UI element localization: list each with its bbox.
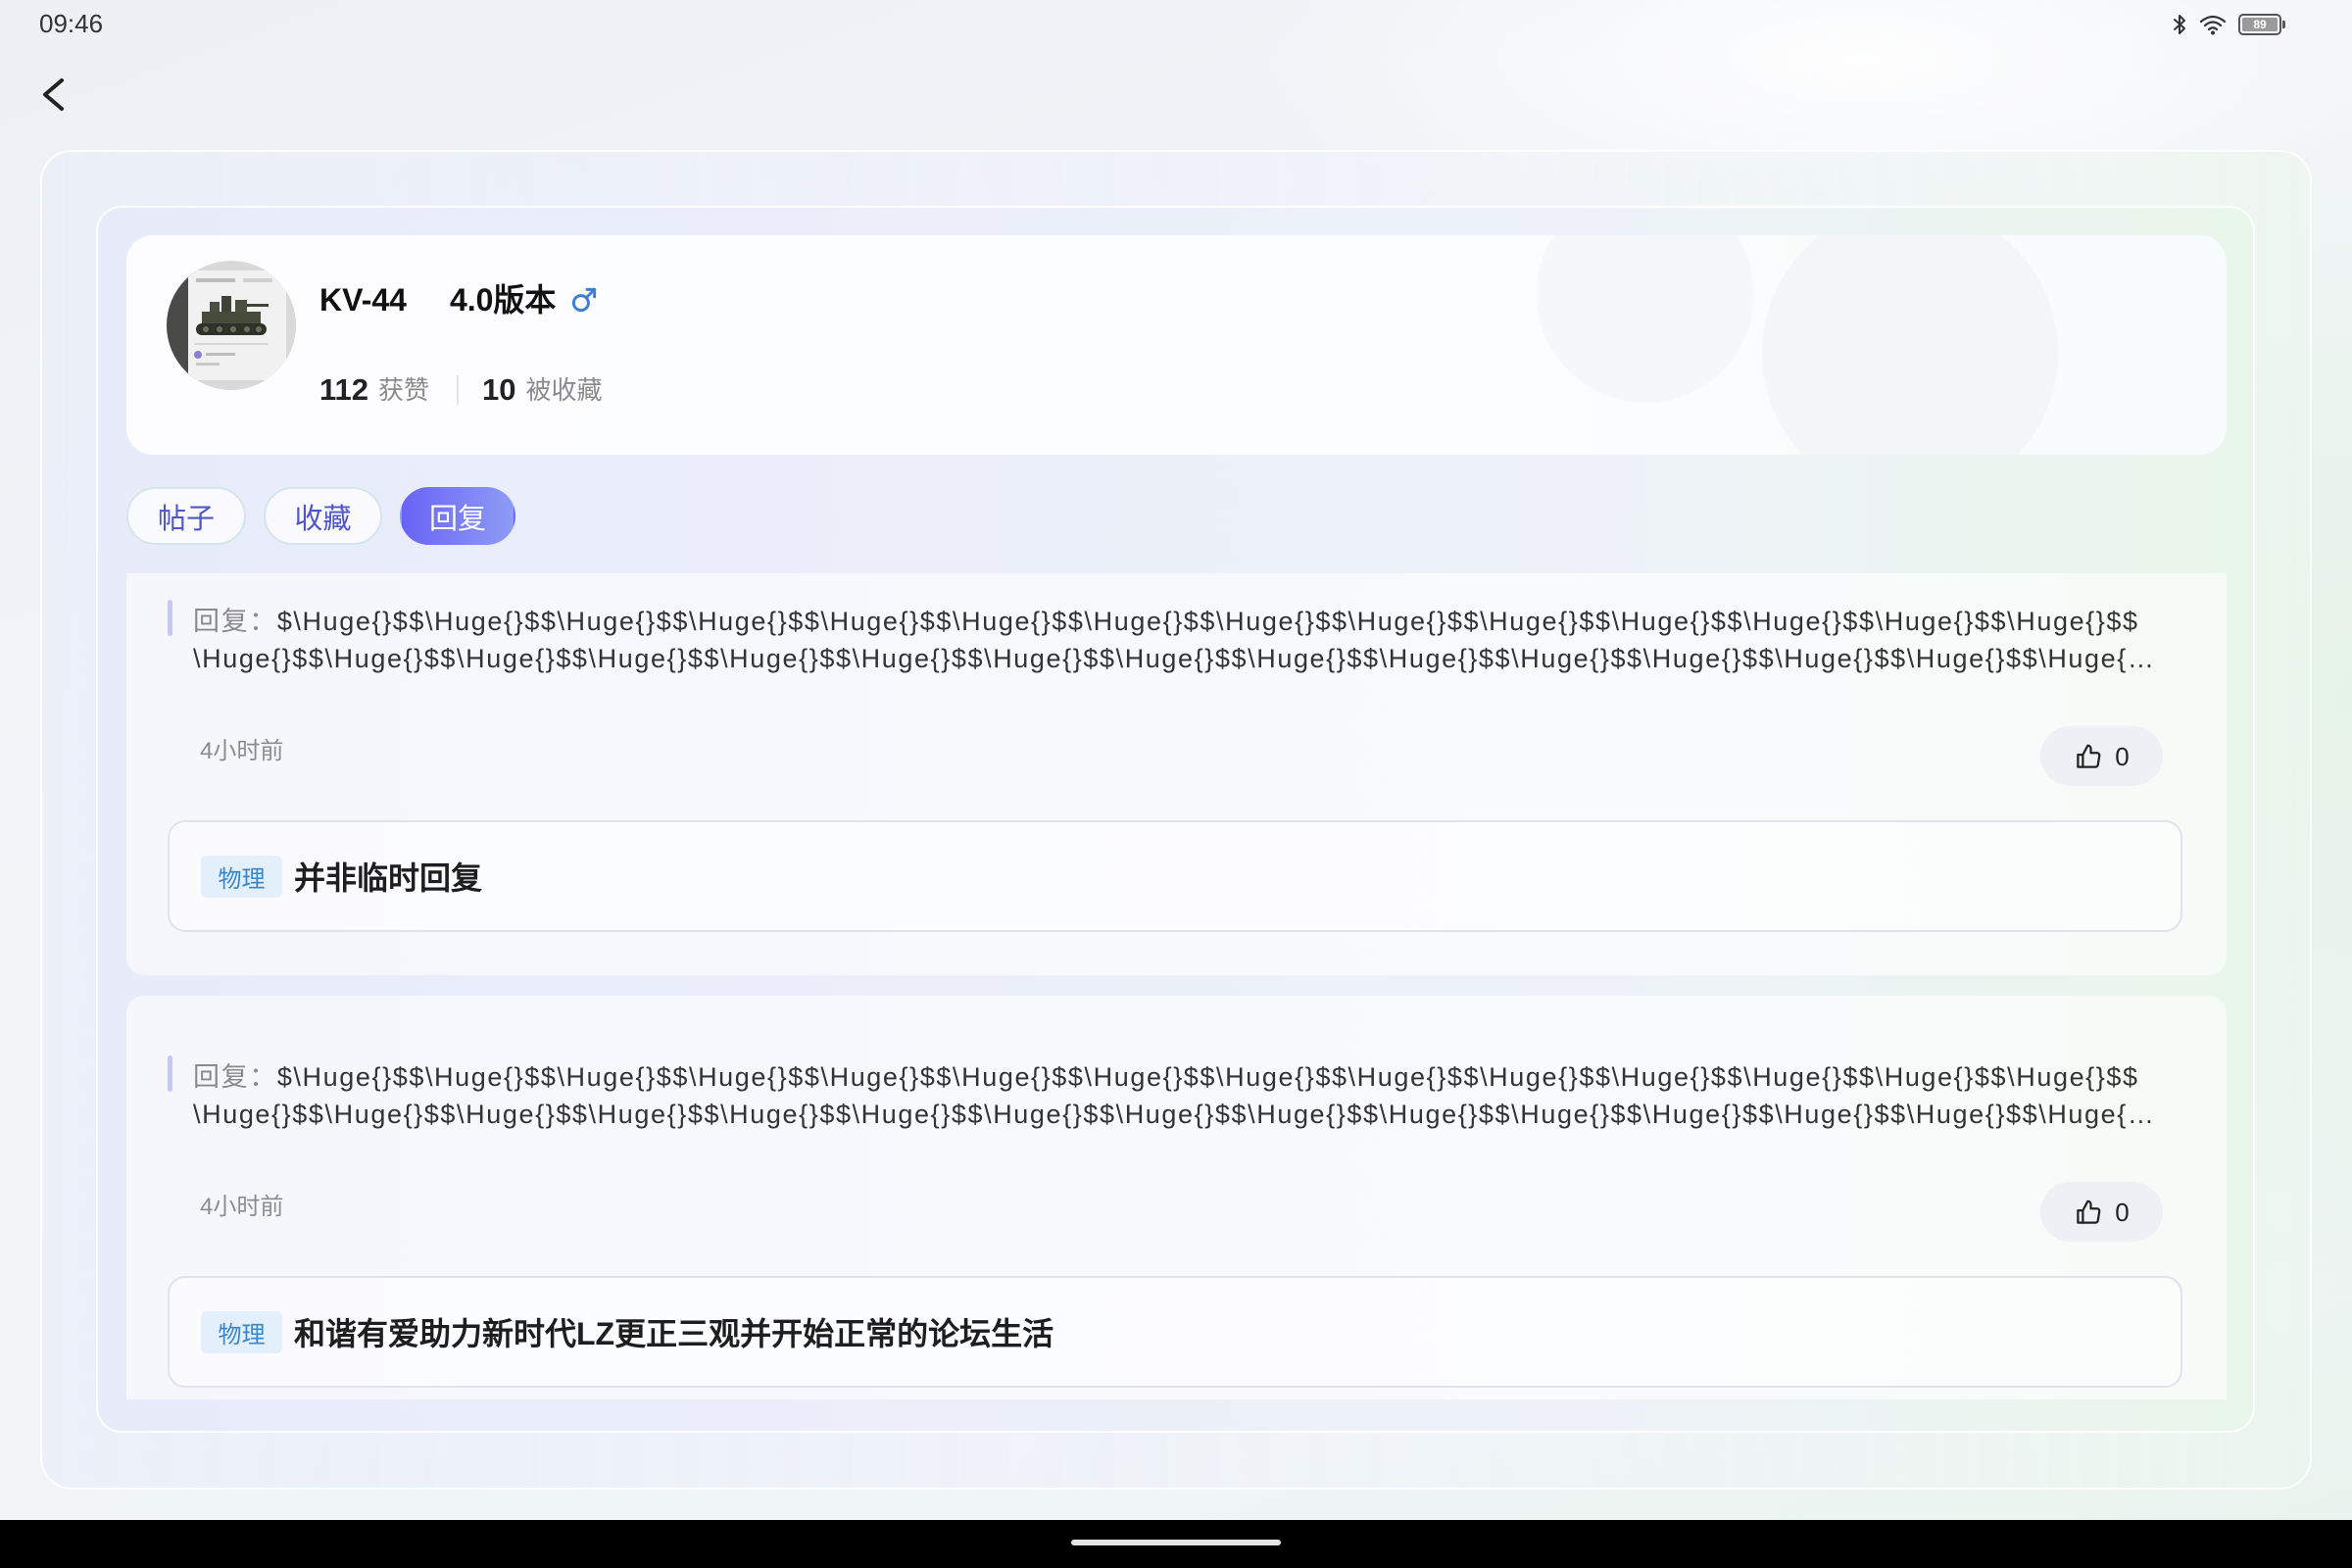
likes-count: 112: [319, 372, 369, 407]
thumbs-up-icon: [2077, 744, 2101, 768]
tab-bar: 帖子 收藏 回复: [126, 487, 515, 545]
wifi-icon: [2199, 15, 2227, 35]
content-panel: KV-44 4.0版本 112 获赞 10 被收藏 帖子 收藏 回复 回复：$\…: [40, 150, 2312, 1490]
post-title: 和谐有爱助力新时代LZ更正三观并开始正常的论坛生活: [294, 1316, 1054, 1351]
source-post-card[interactable]: 物理 并非临时回复: [168, 820, 2182, 932]
reply-content: $\Huge{}$$\Huge{}$$\Huge{}$$\Huge{}$$\Hu…: [276, 1062, 2139, 1092]
tab-replies[interactable]: 回复: [400, 487, 515, 545]
battery-icon: 89: [2238, 14, 2285, 35]
avatar: [167, 261, 296, 390]
tab-favorites[interactable]: 收藏: [264, 487, 382, 545]
quote-bar: [168, 1055, 172, 1092]
favorites-label: 被收藏: [525, 375, 603, 405]
reply-text-line: \Huge{}$$\Huge{}$$\Huge{}$$\Huge{}$$\Hug…: [193, 1100, 2156, 1129]
male-icon: [572, 287, 597, 313]
reply-card[interactable]: 回复：$\Huge{}$$\Huge{}$$\Huge{}$$\Huge{}$$…: [126, 996, 2227, 1399]
like-count: 0: [2115, 741, 2130, 771]
like-button[interactable]: 0: [2040, 1182, 2163, 1242]
post-title: 并非临时回复: [294, 860, 483, 896]
source-post-card[interactable]: 物理 和谐有爱助力新时代LZ更正三观并开始正常的论坛生活: [168, 1276, 2182, 1388]
reply-prefix: 回复：: [193, 607, 277, 636]
reply-list-content: 回复：$\Huge{}$$\Huge{}$$\Huge{}$$\Huge{}$$…: [126, 573, 2227, 1399]
reply-list[interactable]: 回复：$\Huge{}$$\Huge{}$$\Huge{}$$\Huge{}$$…: [126, 573, 2227, 1399]
username: KV-44: [319, 282, 407, 318]
stats-row: 112 获赞 10 被收藏: [319, 368, 603, 412]
like-button[interactable]: 0: [2040, 726, 2163, 786]
post-category-tag: 物理: [201, 855, 282, 898]
status-icons: 89: [2172, 11, 2285, 38]
reply-text-line: 回复：$\Huge{}$$\Huge{}$$\Huge{}$$\Huge{}$$…: [193, 1058, 2197, 1096]
name-row: KV-44 4.0版本: [319, 278, 599, 321]
system-nav-bar: [0, 1520, 2352, 1568]
tab-posts[interactable]: 帖子: [126, 487, 246, 545]
user-version: 4.0版本: [449, 282, 557, 318]
favorites-count: 10: [482, 372, 516, 407]
profile-card: KV-44 4.0版本 112 获赞 10 被收藏: [126, 235, 2227, 455]
battery-percentage: 89: [2253, 18, 2267, 31]
quote-bar: [168, 600, 172, 636]
reply-card[interactable]: 回复：$\Huge{}$$\Huge{}$$\Huge{}$$\Huge{}$$…: [126, 573, 2227, 975]
reply-text: 回复：$\Huge{}$$\Huge{}$$\Huge{}$$\Huge{}$$…: [193, 1058, 2197, 1133]
reply-text-line: 回复：$\Huge{}$$\Huge{}$$\Huge{}$$\Huge{}$$…: [193, 603, 2197, 640]
like-count: 0: [2115, 1197, 2130, 1227]
chevron-left-icon: [43, 78, 64, 111]
screen: 09:46 89 KV-44 4.0版本 112 获赞 10 被收藏 帖子 收藏…: [0, 0, 2352, 1568]
reply-text: 回复：$\Huge{}$$\Huge{}$$\Huge{}$$\Huge{}$$…: [193, 603, 2197, 677]
stats-divider: [457, 375, 460, 405]
reply-content: $\Huge{}$$\Huge{}$$\Huge{}$$\Huge{}$$\Hu…: [276, 607, 2139, 636]
back-button[interactable]: [29, 71, 76, 118]
status-time: 09:46: [39, 9, 104, 38]
reply-time: 4小时前: [200, 738, 284, 764]
home-indicator[interactable]: [1071, 1540, 1281, 1545]
bluetooth-icon: [2174, 15, 2185, 34]
avatar-image: [167, 261, 296, 390]
thumbs-up-icon: [2077, 1200, 2101, 1224]
post-category-tag: 物理: [201, 1310, 282, 1353]
profile-panel: KV-44 4.0版本 112 获赞 10 被收藏 帖子 收藏 回复 回复：$\…: [96, 206, 2255, 1433]
reply-text-line: \Huge{}$$\Huge{}$$\Huge{}$$\Huge{}$$\Hug…: [193, 644, 2156, 673]
battery-level: 89: [2242, 18, 2278, 31]
likes-label: 获赞: [378, 375, 430, 405]
reply-time: 4小时前: [200, 1194, 284, 1220]
reply-prefix: 回复：: [193, 1062, 277, 1092]
